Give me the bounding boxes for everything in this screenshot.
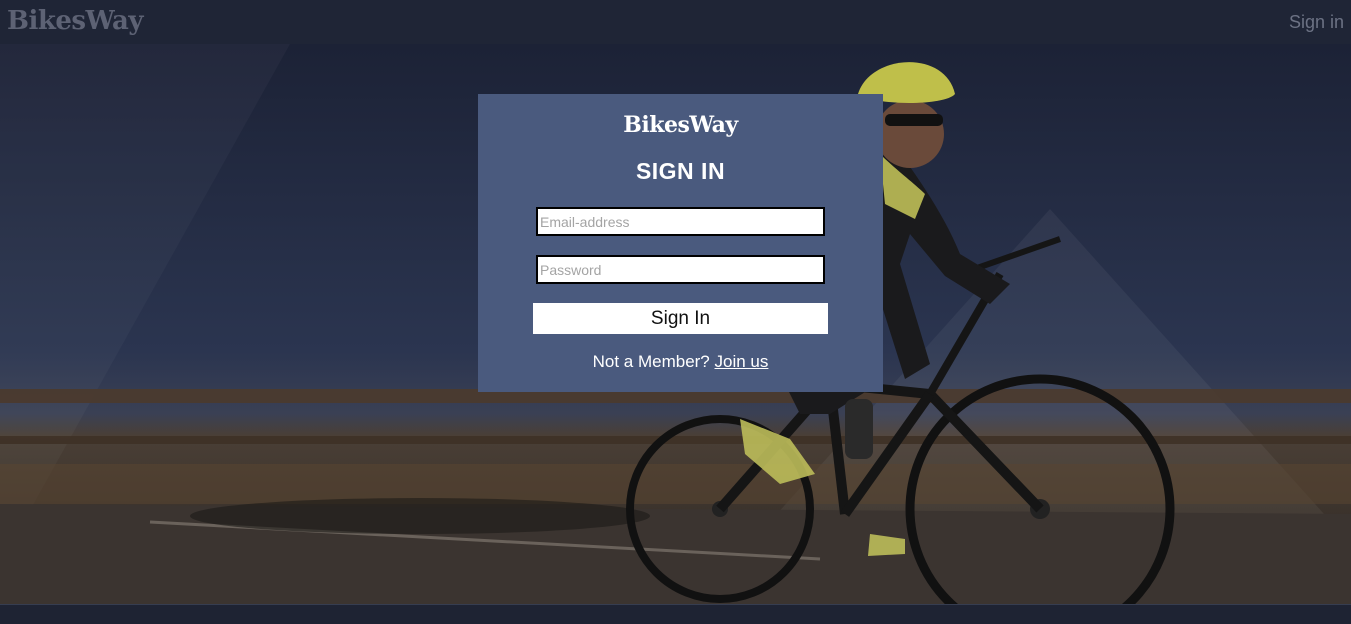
top-navbar: BikesWay Sign in [0, 0, 1351, 44]
signin-submit-button[interactable]: Sign In [533, 303, 828, 334]
signin-heading: SIGN IN [635, 158, 726, 184]
password-field[interactable] [536, 255, 825, 284]
footer-strip [0, 604, 1351, 624]
nav-signin-link[interactable]: Sign in [1289, 12, 1344, 33]
join-us-link[interactable]: Join us [715, 352, 769, 371]
member-prompt: Not a Member? Join us [478, 352, 883, 372]
member-prompt-text: Not a Member? [592, 352, 710, 371]
signin-card: BikesWay SIGN IN Sign In Not a Member? J… [478, 94, 883, 392]
brand-logo-link[interactable]: BikesWay [7, 6, 143, 36]
email-field[interactable] [536, 207, 825, 236]
card-brand-logo: BikesWay [623, 112, 738, 138]
